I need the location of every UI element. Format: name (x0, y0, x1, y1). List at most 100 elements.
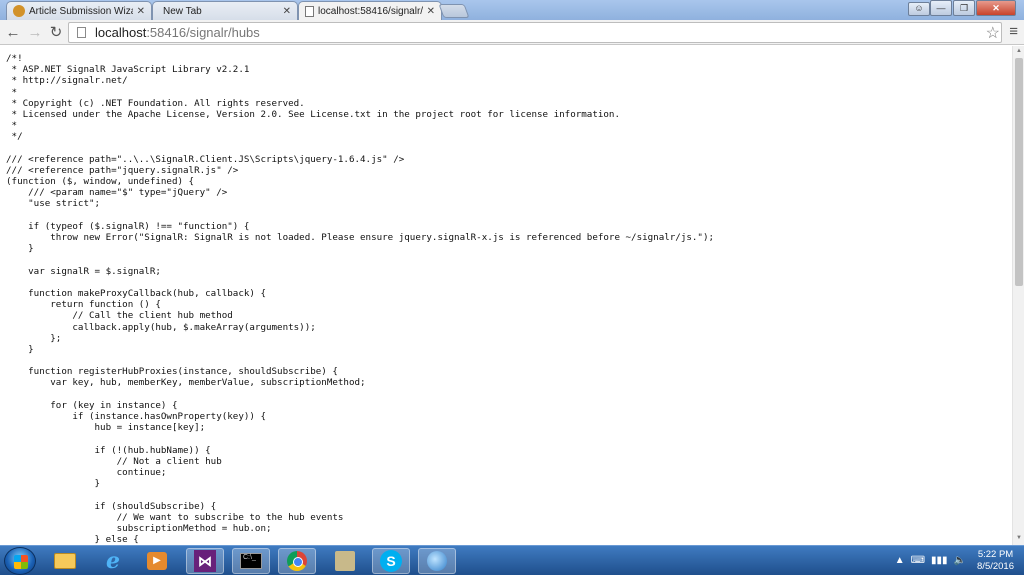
code-line: callback.apply(hub, $.makeArray(argument… (6, 321, 316, 333)
command-prompt-icon: C:\_ (240, 553, 262, 569)
tab-article-submission[interactable]: Article Submission Wizard ✕ (6, 1, 152, 20)
code-line: "use strict"; (6, 198, 101, 210)
code-line: }; (6, 332, 62, 344)
code-line: (function ($, window, undefined) { (6, 176, 195, 188)
tab-label: New Tab (163, 5, 202, 17)
volume-icon[interactable]: 🔈 (954, 555, 966, 566)
globe-icon (427, 551, 447, 571)
folder-icon (54, 553, 76, 569)
taskbar-internet-explorer[interactable]: e (94, 548, 132, 574)
maximize-button[interactable]: ❐ (953, 0, 975, 16)
code-line: return function () { (6, 299, 161, 311)
code-line: var key, hub, memberKey, memberValue, su… (6, 377, 366, 389)
code-line: // Not a client hub (6, 455, 222, 467)
taskbar-explorer[interactable] (46, 548, 84, 574)
code-line: for (key in instance) { (6, 399, 178, 411)
scroll-up-icon[interactable]: ▲ (1015, 48, 1023, 56)
code-line: continue; (6, 466, 167, 478)
address-bar[interactable]: localhost:58416/signalr/hubs (68, 22, 1002, 43)
code-line: } else { (6, 534, 139, 545)
tab-label: localhost:58416/signalr/hubs (318, 5, 423, 17)
back-button[interactable]: ← (4, 23, 22, 41)
code-line: * Licensed under the Apache License, Ver… (6, 108, 620, 120)
code-line: * (6, 86, 18, 98)
code-line: throw new Error("SignalR: SignalR is not… (6, 232, 715, 243)
user-profile-icon[interactable]: ☺ (908, 2, 930, 16)
browser-toolbar: ← → ↻ localhost:58416/signalr/hubs ☆ ≡ (0, 20, 1024, 45)
new-tab-button[interactable] (438, 4, 470, 18)
url-path: :58416/signalr/hubs (146, 25, 260, 40)
scroll-thumb[interactable] (1015, 58, 1023, 286)
taskbar-tools[interactable] (326, 548, 364, 574)
code-line: if (!(hub.hubName)) { (6, 444, 211, 456)
code-line: /// <param name="$" type="jQuery" /> (6, 187, 228, 199)
page-icon (305, 5, 314, 17)
visual-studio-icon: ⋈ (194, 550, 216, 572)
taskbar-visual-studio[interactable]: ⋈ (186, 548, 224, 574)
keyboard-icon[interactable]: ⌨ (911, 555, 925, 566)
window-controls: — ❐ ✕ (929, 0, 1016, 16)
chrome-menu-icon[interactable]: ≡ (1009, 23, 1018, 40)
code-line: } (6, 478, 101, 490)
clock-time: 5:22 PM (977, 549, 1014, 560)
clock-date: 8/5/2016 (977, 561, 1014, 572)
tools-icon (335, 551, 355, 571)
code-line: /// <reference path="jquery.signalR.js" … (6, 164, 239, 176)
tab-close-icon[interactable]: ✕ (427, 6, 435, 17)
code-line: var signalR = $.signalR; (6, 265, 161, 277)
media-player-icon: ▶ (147, 552, 167, 570)
code-line: function makeProxyCallback(hub, callback… (6, 287, 266, 299)
code-line: if (instance.hasOwnProperty(key)) { (6, 411, 266, 422)
source-code: /*! * ASP.NET SignalR JavaScript Library… (6, 53, 714, 545)
code-line: function registerHubProxies(instance, sh… (6, 366, 338, 378)
system-tray: ▲ ⌨ ▮▮▮ 🔈 (895, 555, 966, 566)
tab-close-icon[interactable]: ✕ (137, 6, 145, 17)
skype-icon: S (380, 550, 402, 572)
code-line: if (typeof ($.signalR) !== "function") { (6, 220, 250, 232)
code-line: // Call the client hub method (6, 310, 233, 322)
tab-label: Article Submission Wizard (29, 5, 133, 17)
taskbar-chrome[interactable] (278, 548, 316, 574)
taskbar-skype[interactable]: S (372, 548, 410, 574)
url-host: localhost (95, 25, 147, 40)
start-button[interactable] (4, 547, 36, 575)
close-window-button[interactable]: ✕ (976, 0, 1016, 16)
url-text: localhost:58416/signalr/hubs (95, 25, 260, 40)
internet-explorer-icon: e (106, 548, 120, 574)
taskbar-command-prompt[interactable]: C:\_ (232, 548, 270, 574)
code-line: if (shouldSubscribe) { (6, 500, 217, 512)
browser-title-bar: Article Submission Wizard ✕ New Tab ✕ lo… (0, 0, 1024, 20)
bookmark-star-icon[interactable]: ☆ (986, 23, 1000, 43)
reload-button[interactable]: ↻ (47, 23, 65, 41)
windows-logo-icon (14, 555, 28, 569)
code-line: */ (6, 131, 23, 143)
tab-new-tab[interactable]: New Tab ✕ (152, 1, 298, 20)
code-line: * (6, 120, 18, 132)
codeproject-favicon-icon (13, 5, 25, 17)
tab-signalr-hubs[interactable]: localhost:58416/signalr/hubs ✕ (298, 1, 442, 20)
network-signal-icon[interactable]: ▮▮▮ (931, 555, 948, 566)
tab-close-icon[interactable]: ✕ (283, 6, 291, 17)
windows-taskbar: e ▶ ⋈ C:\_ S ▲ ⌨ ▮▮▮ 🔈 5:22 PM 8/5/2016 (0, 545, 1024, 575)
code-line: // We want to subscribe to the hub event… (6, 511, 344, 523)
forward-button[interactable]: → (26, 23, 44, 41)
vertical-scrollbar[interactable]: ▲ ▼ (1012, 46, 1024, 545)
show-hidden-icons-icon[interactable]: ▲ (895, 555, 905, 566)
system-clock[interactable]: 5:22 PM 8/5/2016 (977, 549, 1014, 573)
code-line: hub = instance[key]; (6, 422, 206, 434)
taskbar-globe-app[interactable] (418, 548, 456, 574)
code-line: * Copyright (c) .NET Foundation. All rig… (6, 97, 305, 109)
code-line: /*! (6, 53, 23, 64)
scroll-down-icon[interactable]: ▼ (1015, 535, 1023, 543)
page-icon (77, 27, 86, 38)
code-line: * http://signalr.net/ (6, 75, 128, 87)
code-line: } (6, 243, 34, 255)
taskbar-media-player[interactable]: ▶ (138, 548, 176, 574)
minimize-button[interactable]: — (930, 0, 952, 16)
